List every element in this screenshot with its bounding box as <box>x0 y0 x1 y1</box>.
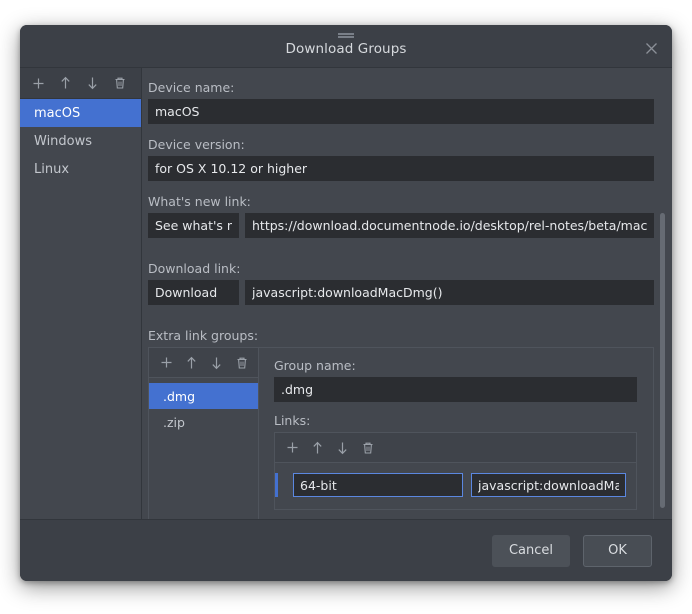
download-text-input[interactable] <box>148 280 239 305</box>
move-link-down-button[interactable] <box>330 436 355 460</box>
link-row-selection-marker <box>275 473 278 497</box>
move-device-up-button[interactable] <box>53 71 78 95</box>
device-version-field: Device version: <box>148 137 654 181</box>
links-frame <box>274 432 637 510</box>
download-groups-dialog: Download Groups macOS Windows Linux Devi… <box>20 25 672 581</box>
sidebar-item-linux[interactable]: Linux <box>20 155 141 183</box>
links-label: Links: <box>274 413 311 428</box>
group-item-zip[interactable]: .zip <box>149 409 258 435</box>
whats-new-inputs-row <box>148 213 654 238</box>
device-form: Device name: Device version: What's new … <box>142 68 672 519</box>
delete-group-button[interactable] <box>229 351 254 375</box>
form-spacer <box>148 251 654 261</box>
sidebar-item-label: Linux <box>34 161 70 177</box>
group-list[interactable]: .dmg .zip <box>149 378 258 519</box>
group-item-label: .zip <box>163 414 185 430</box>
whats-new-link-label: What's new link: <box>148 194 251 209</box>
sidebar-item-label: Windows <box>34 133 93 149</box>
sidebar-item-windows[interactable]: Windows <box>20 127 141 155</box>
whats-new-link-field: What's new link: <box>148 194 654 238</box>
extra-link-groups-frame: .dmg .zip Group name: Links: <box>148 347 654 519</box>
dialog-title: Download Groups <box>285 41 407 57</box>
device-name-input[interactable] <box>148 99 654 124</box>
add-group-button[interactable] <box>154 351 179 375</box>
cancel-button[interactable]: Cancel <box>491 534 570 567</box>
link-url-input[interactable] <box>471 473 626 497</box>
close-icon[interactable] <box>640 37 662 59</box>
content-scrollbar-thumb[interactable] <box>660 213 665 508</box>
group-name-label: Group name: <box>274 358 356 373</box>
device-name-label: Device name: <box>148 80 235 95</box>
download-link-field: Download link: <box>148 261 654 305</box>
device-version-label: Device version: <box>148 137 245 152</box>
sidebar-item-label: macOS <box>34 105 81 121</box>
dialog-footer: Cancel OK <box>20 519 672 581</box>
device-toolbar <box>20 68 141 99</box>
move-group-up-button[interactable] <box>179 351 204 375</box>
group-name-input[interactable] <box>274 377 637 402</box>
dialog-titlebar[interactable]: Download Groups <box>20 25 672 68</box>
device-sidebar: macOS Windows Linux <box>20 68 142 519</box>
download-link-label: Download link: <box>148 261 241 276</box>
dialog-body: macOS Windows Linux Device name: Device … <box>20 68 672 519</box>
delete-device-button[interactable] <box>107 71 132 95</box>
download-inputs-row <box>148 280 654 305</box>
add-device-button[interactable] <box>26 71 51 95</box>
links-body <box>275 463 636 509</box>
sidebar-item-macos[interactable]: macOS <box>20 99 141 127</box>
download-url-input[interactable] <box>245 280 654 305</box>
whats-new-url-input[interactable] <box>245 213 654 238</box>
content-panel: Device name: Device version: What's new … <box>142 68 672 519</box>
move-link-up-button[interactable] <box>305 436 330 460</box>
add-link-button[interactable] <box>280 436 305 460</box>
content-scrollbar[interactable] <box>656 68 668 519</box>
move-group-down-button[interactable] <box>204 351 229 375</box>
group-list-panel: .dmg .zip <box>149 348 259 519</box>
device-name-field: Device name: <box>148 80 654 124</box>
group-item-dmg[interactable]: .dmg <box>149 383 258 409</box>
window-grip-icon <box>338 33 354 38</box>
extra-link-groups-label: Extra link groups: <box>148 328 259 343</box>
links-toolbar <box>275 433 636 463</box>
group-toolbar <box>149 348 258 378</box>
extra-link-groups-section: Extra link groups: .dmg .zip Group name:… <box>148 328 654 519</box>
move-device-down-button[interactable] <box>80 71 105 95</box>
group-detail-panel: Group name: Links: <box>259 348 653 519</box>
group-item-label: .dmg <box>163 388 196 404</box>
link-row[interactable] <box>275 473 626 497</box>
link-name-input[interactable] <box>293 473 463 497</box>
device-version-input[interactable] <box>148 156 654 181</box>
form-spacer-2 <box>148 318 654 328</box>
delete-link-button[interactable] <box>355 436 380 460</box>
ok-button[interactable]: OK <box>583 534 652 567</box>
device-list[interactable]: macOS Windows Linux <box>20 99 141 519</box>
whats-new-text-input[interactable] <box>148 213 239 238</box>
